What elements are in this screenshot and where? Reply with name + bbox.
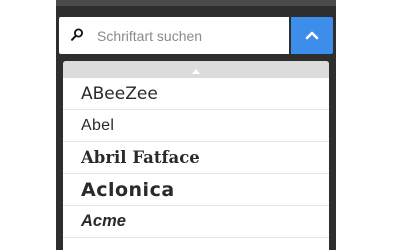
caret-up-icon <box>192 61 200 79</box>
chevron-up-icon <box>305 27 319 45</box>
font-option-acme[interactable]: Acme <box>63 206 329 238</box>
font-option-abeezee[interactable]: ABeeZee <box>63 78 329 110</box>
search-box[interactable] <box>59 17 289 54</box>
font-option-abel[interactable]: Abel <box>63 110 329 142</box>
font-dropdown-list: ABeeZee Abel Abril Fatface Aclonica Acme <box>63 61 329 250</box>
font-list: ABeeZee Abel Abril Fatface Aclonica Acme <box>63 78 329 238</box>
font-search-input[interactable] <box>97 17 283 54</box>
font-search-row <box>59 17 333 54</box>
font-option-abril-fatface[interactable]: Abril Fatface <box>63 142 329 174</box>
font-option-aclonica[interactable]: Aclonica <box>63 174 329 206</box>
font-picker-panel: ABeeZee Abel Abril Fatface Aclonica Acme <box>56 0 336 250</box>
collapse-button[interactable] <box>291 17 333 54</box>
search-icon <box>70 27 84 43</box>
panel-top-bar <box>56 0 336 6</box>
scroll-up-button[interactable] <box>63 61 329 78</box>
